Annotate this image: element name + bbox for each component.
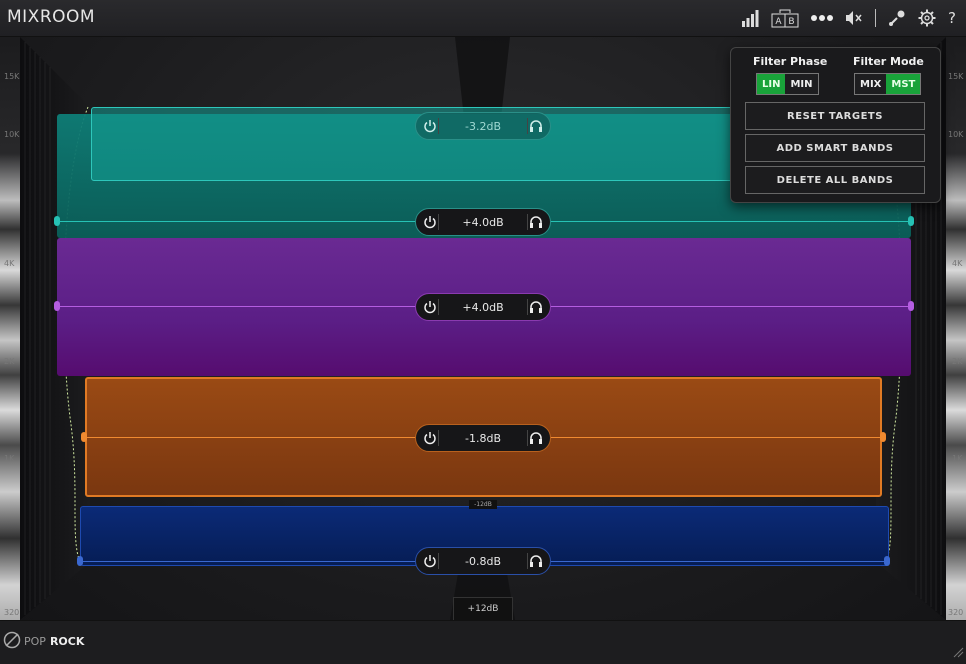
preset-prefix: POP [24,635,46,648]
filter-mode-toggle: MIX MST [854,73,922,95]
freq-label: 4K [952,259,963,268]
freq-label: 2K [952,357,963,366]
options-popup: Filter Phase Filter Mode LIN MIN MIX MST… [730,47,941,203]
band-handle-left[interactable] [54,216,60,226]
delete-all-bands-button[interactable]: DELETE ALL BANDS [745,166,925,194]
headphones-icon[interactable] [528,214,544,230]
ab-label-a: A [775,17,782,27]
headphones-icon[interactable] [528,430,544,446]
freq-label: 15K [948,72,964,81]
preset-logo-icon[interactable] [3,631,21,653]
eyedropper-icon[interactable] [888,8,906,28]
filter-phase-label: Filter Phase [753,55,828,68]
right-level-scale [946,37,966,620]
preset-name[interactable]: POP ROCK [24,635,84,648]
headphones-icon[interactable] [528,553,544,569]
reset-targets-button[interactable]: RESET TARGETS [745,102,925,130]
mute-icon[interactable] [845,8,863,28]
band-handle-left[interactable] [77,556,83,566]
band-gain-value[interactable]: -1.8dB [439,432,527,445]
add-smart-bands-button[interactable]: ADD SMART BANDS [745,134,925,162]
freq-label: 4K [4,259,15,268]
band-handle-right[interactable] [880,432,886,442]
freq-label: 15K [4,72,20,81]
freq-label: 2K [4,357,15,366]
power-icon[interactable] [422,299,438,315]
band-control-teal-lower: +4.0dB [415,208,551,236]
freq-label: 1K [4,454,15,463]
power-icon[interactable] [422,118,438,134]
band-gain-value[interactable]: -3.2dB [439,120,527,133]
range-tag: -12dB [469,500,497,509]
freq-label: 10K [948,130,964,139]
headphones-icon[interactable] [528,118,544,134]
power-icon[interactable] [422,553,438,569]
help-icon[interactable]: ? [948,8,956,28]
phase-option-min[interactable]: MIN [785,74,818,94]
left-level-scale [0,37,20,620]
ab-label-b: B [788,17,794,27]
toolbar-icons: A B ? [741,8,956,28]
app-title: MIXROOM [7,7,96,27]
band-control-purple: +4.0dB [415,293,551,321]
band-handle-right[interactable] [908,301,914,311]
filter-mode-label: Filter Mode [853,55,924,68]
power-icon[interactable] [422,430,438,446]
band-handle-left[interactable] [81,432,87,442]
top-bar: MIXROOM A B ? [0,0,966,37]
band-handle-right[interactable] [884,556,890,566]
footer-bar: POP ROCK [0,620,966,664]
bars-icon[interactable] [741,8,759,28]
more-dots-icon[interactable] [811,8,834,28]
range-button[interactable]: +12dB [453,597,513,621]
band-gain-value[interactable]: +4.0dB [439,216,527,229]
band-gain-value[interactable]: +4.0dB [439,301,527,314]
preset-title: ROCK [49,635,85,648]
mode-option-mst[interactable]: MST [886,74,921,94]
power-icon[interactable] [422,214,438,230]
headphones-icon[interactable] [528,299,544,315]
band-control-blue: -0.8dB [415,547,551,575]
band-control-teal-upper: -3.2dB [415,112,551,140]
band-gain-value[interactable]: -0.8dB [439,555,527,568]
freq-label: 1K [952,454,963,463]
toolbar-separator [875,9,877,27]
resize-grip-icon[interactable] [952,643,964,662]
gear-icon[interactable] [918,8,936,28]
freq-label: 320 [948,608,964,617]
filter-phase-toggle: LIN MIN [756,73,819,95]
band-handle-right[interactable] [908,216,914,226]
ab-compare-icon[interactable]: A B [771,8,799,28]
freq-label: 320 [4,608,20,617]
band-handle-left[interactable] [54,301,60,311]
phase-option-lin[interactable]: LIN [757,74,786,94]
freq-label: 10K [4,130,20,139]
mode-option-mix[interactable]: MIX [855,74,887,94]
band-control-orange: -1.8dB [415,424,551,452]
